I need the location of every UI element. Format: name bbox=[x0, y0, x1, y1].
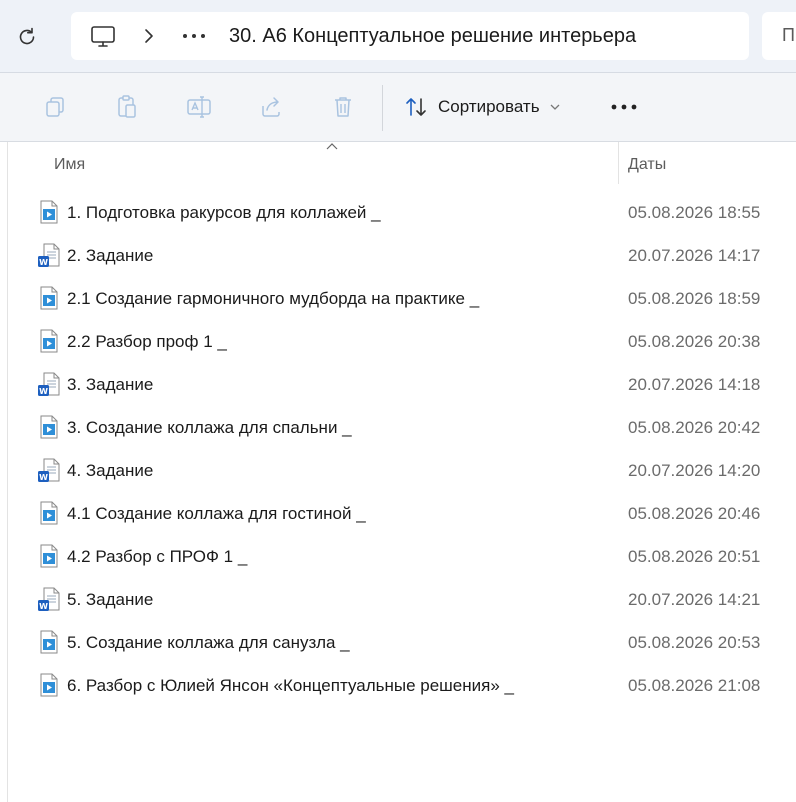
video-file-icon bbox=[40, 286, 58, 310]
file-date: 05.08.2026 20:38 bbox=[628, 332, 761, 351]
video-icon bbox=[38, 329, 60, 353]
this-pc-icon[interactable] bbox=[90, 25, 116, 49]
video-icon bbox=[38, 630, 60, 654]
chevron-down-icon bbox=[550, 104, 560, 110]
video-file-icon bbox=[40, 630, 58, 654]
address-bar: 30. А6 Концептуальное решение интерьера … bbox=[0, 0, 796, 73]
file-row[interactable]: W 2. Задание 20.07.2026 14:17 bbox=[8, 235, 796, 278]
word-icon: W bbox=[38, 372, 60, 396]
video-icon bbox=[38, 415, 60, 439]
svg-text:W: W bbox=[39, 258, 48, 267]
svg-text:W: W bbox=[39, 387, 48, 396]
toolbar-divider bbox=[382, 85, 383, 131]
column-divider[interactable] bbox=[618, 142, 619, 184]
sort-arrows-icon bbox=[406, 98, 426, 116]
file-row[interactable]: 6. Разбор с Юлией Янсон «Концептуальные … bbox=[8, 665, 796, 708]
video-icon bbox=[38, 544, 60, 568]
file-name[interactable]: 5. Создание коллажа для санузла _ bbox=[67, 633, 350, 653]
sort-button[interactable]: Сортировать bbox=[404, 91, 560, 123]
search-input[interactable]: П bbox=[762, 12, 796, 60]
file-row[interactable]: W 4. Задание 20.07.2026 14:20 bbox=[8, 450, 796, 493]
share-button[interactable] bbox=[257, 93, 285, 121]
file-date: 20.07.2026 14:20 bbox=[628, 461, 761, 480]
trash-icon bbox=[335, 97, 351, 117]
file-date: 05.08.2026 18:55 bbox=[628, 203, 761, 222]
video-file-icon bbox=[40, 544, 58, 568]
delete-button[interactable] bbox=[329, 93, 357, 121]
word-icon: W bbox=[38, 458, 60, 482]
file-date: 05.08.2026 18:59 bbox=[628, 289, 761, 308]
command-bar: Сортировать bbox=[0, 73, 796, 142]
rename-button[interactable] bbox=[185, 93, 213, 121]
refresh-button[interactable] bbox=[12, 22, 42, 52]
file-row[interactable]: 1. Подготовка ракурсов для коллажей _ 05.… bbox=[8, 192, 796, 235]
word-icon: W bbox=[38, 243, 60, 267]
more-options-icon[interactable] bbox=[610, 103, 638, 111]
word-document-icon: W bbox=[38, 243, 60, 267]
breadcrumb[interactable]: 30. А6 Концептуальное решение интерьера bbox=[71, 12, 749, 60]
file-name[interactable]: 3. Задание bbox=[67, 375, 153, 395]
svg-text:W: W bbox=[39, 473, 48, 482]
file-name[interactable]: 4.2 Разбор с ПРОФ 1 _ bbox=[67, 547, 247, 567]
file-row[interactable]: 5. Создание коллажа для санузла _ 05.08.2… bbox=[8, 622, 796, 665]
file-row[interactable]: W 5. Задание 20.07.2026 14:21 bbox=[8, 579, 796, 622]
svg-text:W: W bbox=[39, 602, 48, 611]
sort-ascending-icon bbox=[326, 143, 338, 150]
refresh-icon bbox=[19, 27, 35, 45]
word-document-icon: W bbox=[38, 372, 60, 396]
file-date: 20.07.2026 14:21 bbox=[628, 590, 761, 609]
video-file-icon bbox=[40, 200, 58, 224]
copy-icon bbox=[46, 97, 64, 117]
video-file-icon bbox=[40, 501, 58, 525]
word-icon: W bbox=[38, 587, 60, 611]
video-icon bbox=[38, 286, 60, 310]
file-name[interactable]: 4.1 Создание коллажа для гостиной _ bbox=[67, 504, 366, 524]
file-date: 05.08.2026 21:08 bbox=[628, 676, 761, 695]
chevron-right-icon[interactable] bbox=[143, 27, 155, 45]
file-row[interactable]: 4.2 Разбор с ПРОФ 1 _ 05.08.2026 20:51 bbox=[8, 536, 796, 579]
word-document-icon: W bbox=[38, 587, 60, 611]
file-row[interactable]: 2.2 Разбор проф 1 _ 05.08.2026 20:38 bbox=[8, 321, 796, 364]
file-name[interactable]: 6. Разбор с Юлией Янсон «Концептуальные … bbox=[67, 676, 514, 696]
file-date: 05.08.2026 20:46 bbox=[628, 504, 761, 523]
rename-icon bbox=[187, 96, 211, 118]
paste-button[interactable] bbox=[113, 93, 141, 121]
video-icon bbox=[38, 673, 60, 697]
share-icon bbox=[262, 97, 280, 117]
video-file-icon bbox=[40, 415, 58, 439]
paste-icon bbox=[118, 95, 136, 118]
breadcrumb-current-folder[interactable]: 30. А6 Концептуальное решение интерьера bbox=[229, 24, 636, 48]
file-name[interactable]: 5. Задание bbox=[67, 590, 153, 610]
copy-button[interactable] bbox=[41, 93, 69, 121]
file-name[interactable]: 1. Подготовка ракурсов для коллажей _ bbox=[67, 203, 381, 223]
file-row[interactable]: 3. Создание коллажа для спальни _ 05.08.2… bbox=[8, 407, 796, 450]
file-date: 20.07.2026 14:17 bbox=[628, 246, 761, 265]
file-name[interactable]: 3. Создание коллажа для спальни _ bbox=[67, 418, 352, 438]
video-icon bbox=[38, 200, 60, 224]
video-icon bbox=[38, 501, 60, 525]
search-placeholder: П bbox=[782, 25, 795, 45]
file-row[interactable]: 4.1 Создание коллажа для гостиной _ 05.08… bbox=[8, 493, 796, 536]
file-name[interactable]: 2. Задание bbox=[67, 246, 153, 266]
file-name[interactable]: 4. Задание bbox=[67, 461, 153, 481]
video-file-icon bbox=[40, 673, 58, 697]
file-row[interactable]: W 3. Задание 20.07.2026 14:18 bbox=[8, 364, 796, 407]
file-row[interactable]: 2.1 Создание гармоничного мудборда на пр… bbox=[8, 278, 796, 321]
file-date: 05.08.2026 20:53 bbox=[628, 633, 761, 652]
file-name[interactable]: 2.1 Создание гармоничного мудборда на пр… bbox=[67, 289, 479, 309]
file-name[interactable]: 2.2 Разбор проф 1 _ bbox=[67, 332, 227, 352]
breadcrumb-overflow-icon[interactable] bbox=[181, 32, 207, 40]
video-file-icon bbox=[40, 329, 58, 353]
word-document-icon: W bbox=[38, 458, 60, 482]
file-date: 05.08.2026 20:42 bbox=[628, 418, 761, 437]
file-date: 20.07.2026 14:18 bbox=[628, 375, 761, 394]
sort-label: Сортировать bbox=[438, 97, 540, 116]
file-date: 05.08.2026 20:51 bbox=[628, 547, 761, 566]
file-list: Имя Даты 1. Подготовка ракурсов для колл… bbox=[7, 142, 796, 802]
